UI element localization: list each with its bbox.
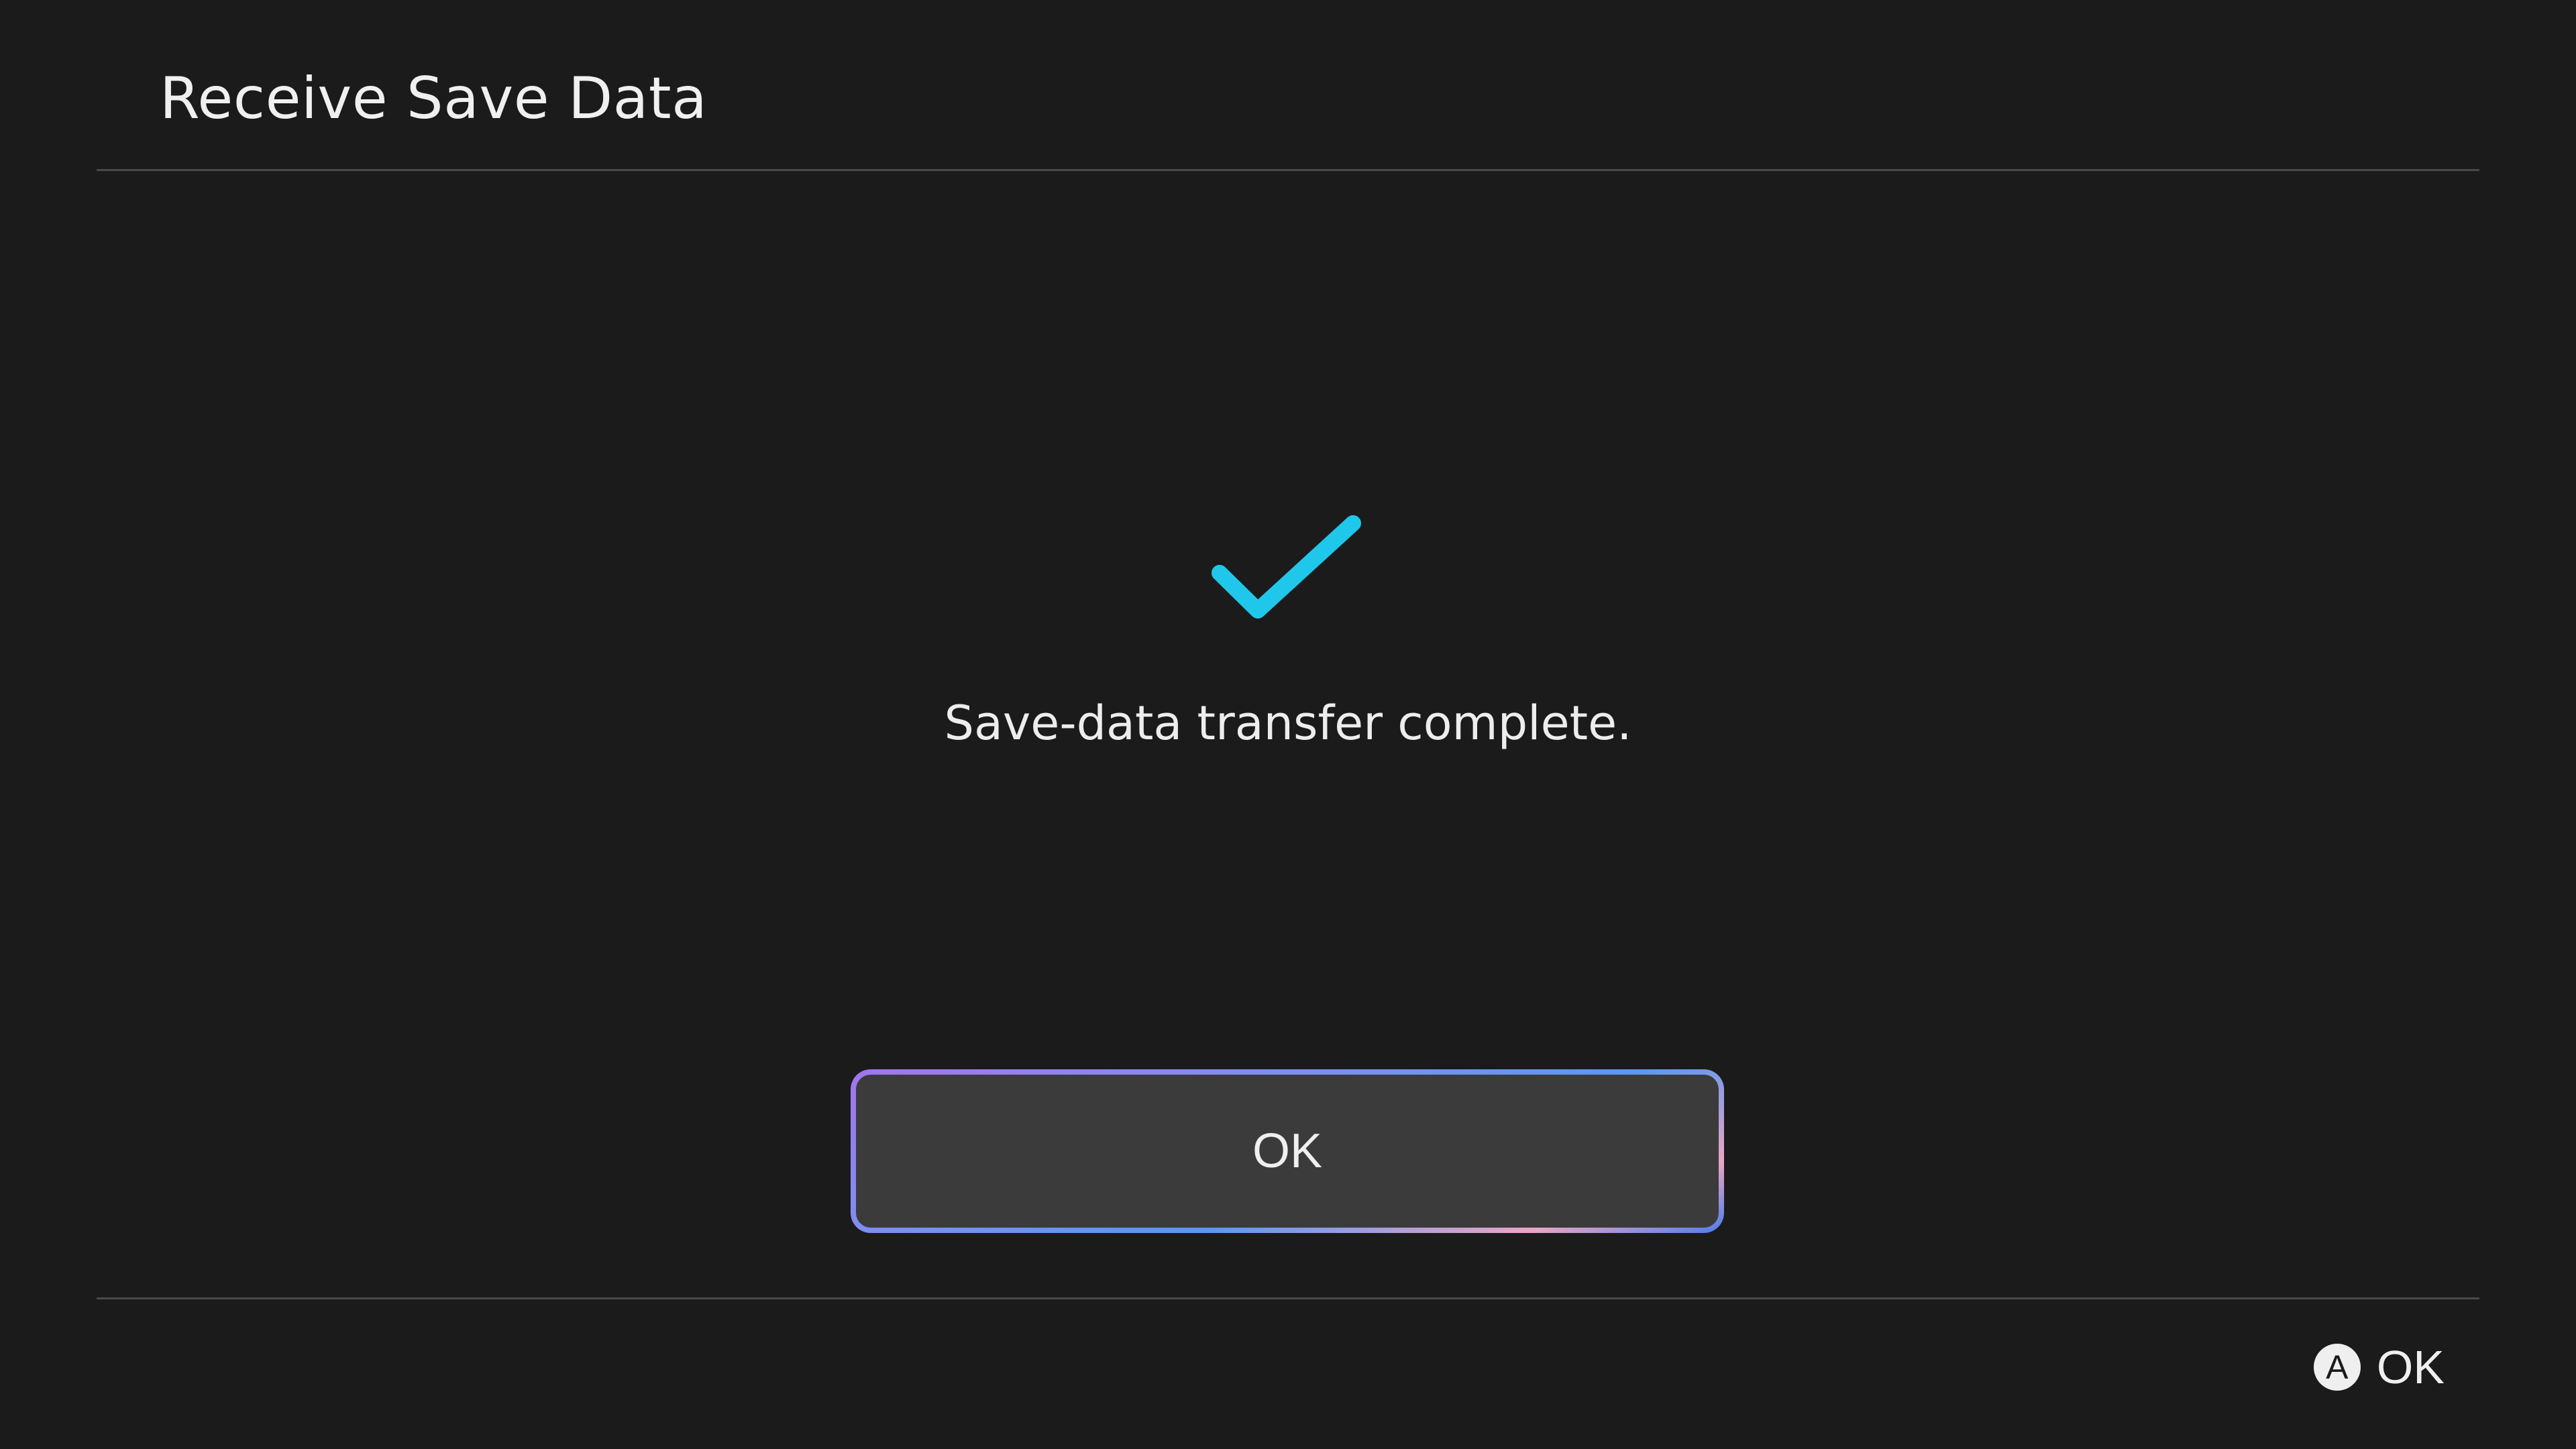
footer-ok-label: OK <box>2376 1341 2445 1393</box>
page-title: Receive Save Data <box>160 65 708 132</box>
footer-divider <box>97 1297 2479 1299</box>
footer-ok-hint[interactable]: A OK <box>2313 1340 2445 1394</box>
header-divider <box>97 169 2479 171</box>
checkmark-icon <box>1212 515 1361 619</box>
ok-button[interactable]: OK <box>851 1069 1724 1233</box>
ok-button-label: OK <box>856 1075 1719 1228</box>
screen: Receive Save Data Save-data transfer com… <box>0 0 2576 1449</box>
a-button-icon: A <box>2313 1344 2361 1391</box>
status-message: Save-data transfer complete. <box>944 696 1632 751</box>
